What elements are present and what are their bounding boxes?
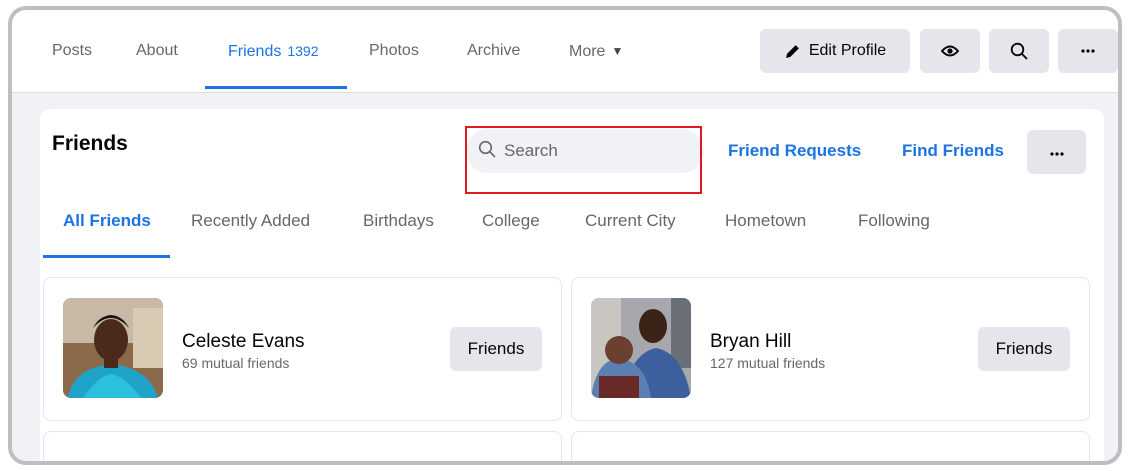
- profile-nav-bar: Posts About Friends 1392 Photos Archive M…: [12, 10, 1118, 93]
- friend-name[interactable]: Celeste Evans: [182, 331, 305, 353]
- view-as-button[interactable]: [920, 29, 980, 73]
- subtab-college[interactable]: College: [482, 211, 540, 231]
- mutual-friends-count[interactable]: 69 mutual friends: [182, 355, 289, 371]
- nav-tab-posts-label: Posts: [52, 42, 93, 59]
- eye-icon: [941, 45, 959, 57]
- nav-tab-more-label: More: [569, 43, 606, 60]
- nav-tab-posts[interactable]: Posts: [52, 10, 92, 92]
- friends-count: 1392: [287, 43, 319, 59]
- find-friends-link[interactable]: Find Friends: [902, 141, 1004, 161]
- friends-status-button[interactable]: Friends: [978, 327, 1070, 371]
- edit-profile-label: Edit Profile: [808, 42, 887, 59]
- friend-avatar[interactable]: [63, 298, 163, 398]
- more-icon: [1049, 143, 1064, 161]
- browser-frame: Posts About Friends 1392 Photos Archive M…: [8, 6, 1122, 465]
- subtab-all-friends[interactable]: All Friends: [63, 211, 151, 231]
- subtab-recently-added[interactable]: Recently Added: [191, 211, 310, 231]
- nav-tab-archive-label: Archive: [467, 42, 521, 59]
- active-subtab-indicator: [43, 255, 170, 258]
- friends-more-button[interactable]: [1027, 130, 1086, 174]
- search-highlight-box: [465, 126, 702, 194]
- friend-avatar[interactable]: [591, 298, 691, 398]
- subtab-following[interactable]: Following: [858, 211, 930, 231]
- edit-profile-button[interactable]: Edit Profile: [760, 29, 910, 73]
- subtab-hometown[interactable]: Hometown: [725, 211, 806, 231]
- caret-down-icon: ▼: [611, 44, 624, 58]
- friend-card: [43, 431, 562, 461]
- active-tab-indicator: [205, 86, 347, 89]
- subtab-birthdays[interactable]: Birthdays: [363, 211, 434, 231]
- mutual-friends-count[interactable]: 127 mutual friends: [710, 355, 825, 371]
- friend-card: Bryan Hill 127 mutual friends Friends: [571, 277, 1090, 421]
- pencil-icon: [784, 43, 801, 60]
- more-options-button[interactable]: [1058, 29, 1118, 73]
- friend-card: [571, 431, 1090, 461]
- nav-tab-about-label: About: [136, 42, 178, 59]
- search-icon: [1010, 42, 1028, 60]
- friend-requests-link[interactable]: Friend Requests: [728, 141, 861, 161]
- friend-name[interactable]: Bryan Hill: [710, 331, 791, 353]
- nav-tab-photos[interactable]: Photos: [369, 10, 419, 92]
- nav-tab-about[interactable]: About: [136, 10, 178, 92]
- search-profile-button[interactable]: [989, 29, 1049, 73]
- friends-status-button[interactable]: Friends: [450, 327, 542, 371]
- friends-heading: Friends: [52, 132, 128, 155]
- nav-tab-photos-label: Photos: [369, 42, 419, 59]
- friends-card: Friends Friend Requests Find Friends All…: [40, 109, 1104, 461]
- nav-tab-more[interactable]: More ▼: [569, 10, 623, 92]
- friend-card: Celeste Evans 69 mutual friends Friends: [43, 277, 562, 421]
- nav-tab-archive[interactable]: Archive: [467, 10, 520, 92]
- subtab-current-city[interactable]: Current City: [585, 211, 676, 231]
- nav-tab-friends[interactable]: Friends 1392: [228, 10, 319, 92]
- more-icon: [1081, 49, 1095, 53]
- nav-tab-friends-label: Friends: [228, 43, 282, 60]
